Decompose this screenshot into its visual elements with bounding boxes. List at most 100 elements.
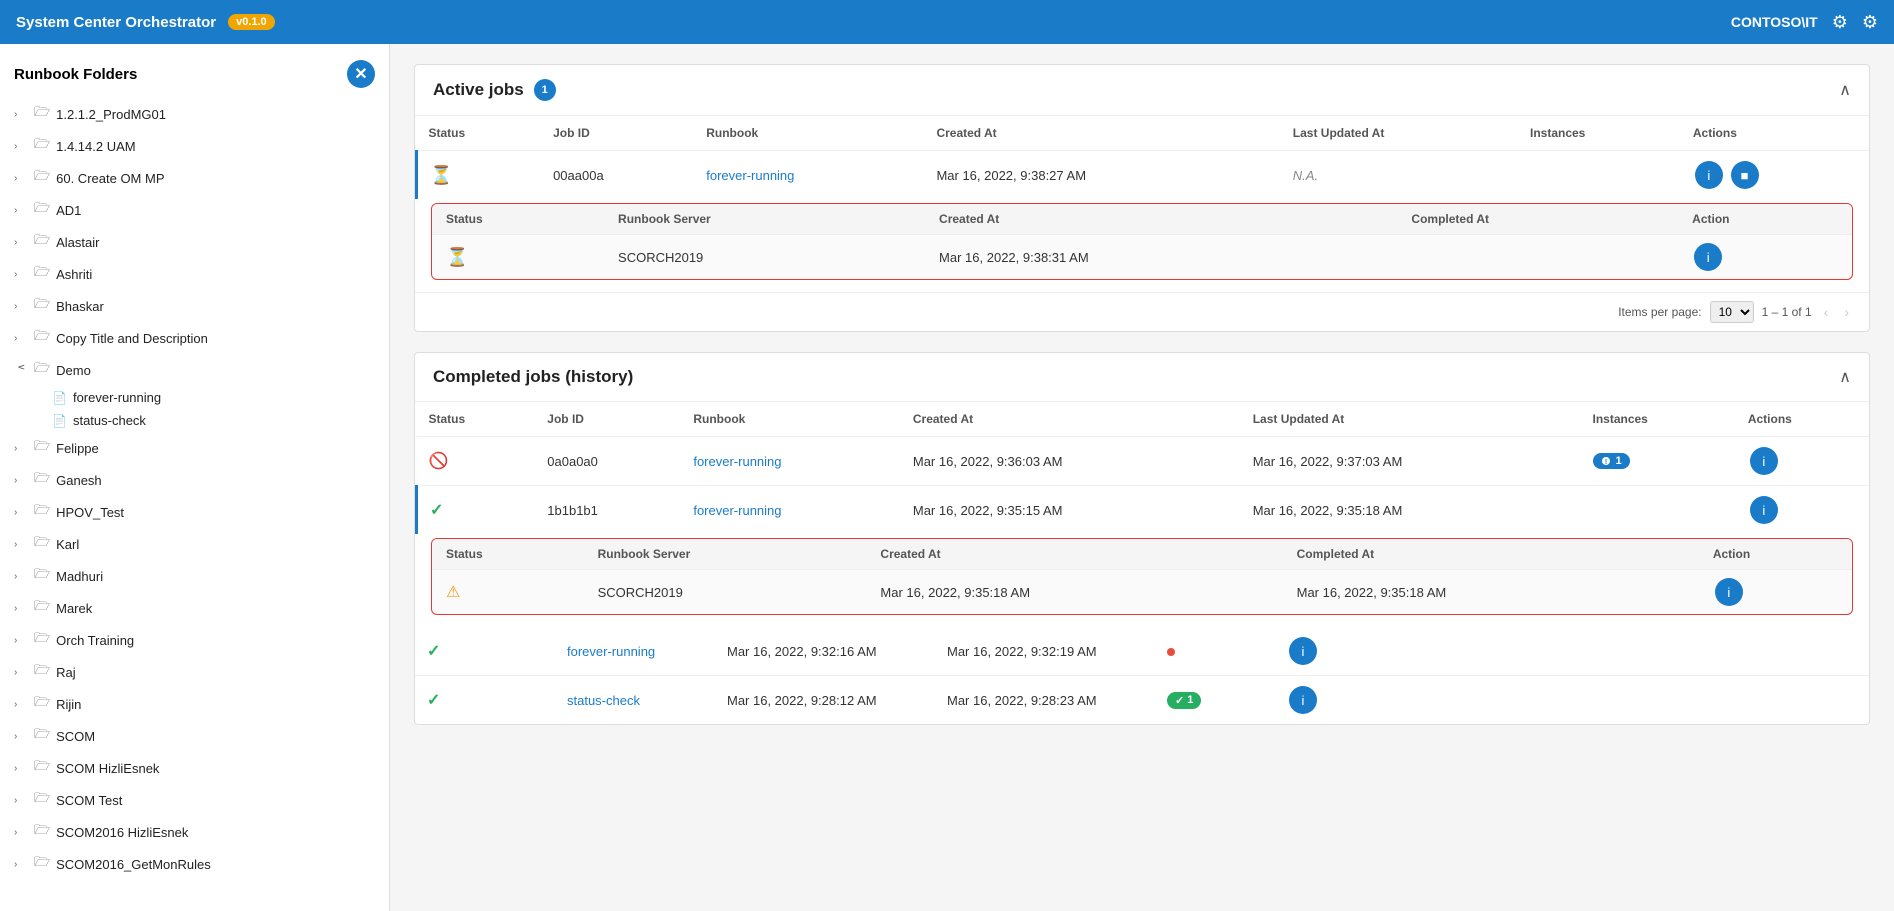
info-button[interactable]: i [1750,496,1778,524]
sidebar-item[interactable]: › 🗁 Karl [0,528,389,560]
subtable-info-button[interactable]: i [1715,578,1743,606]
runbook-link[interactable]: forever-running [706,168,794,183]
sidebar-item[interactable]: › 🗁 Marek [0,592,389,624]
items-per-page-label: Items per page: [1618,305,1701,319]
sidebar-item[interactable]: › 🗁 SCOM2016 HizliEsnek [0,816,389,848]
sidebar-subitem-status-check[interactable]: 📄 status-check [0,409,389,432]
info-button[interactable]: i [1695,161,1723,189]
sub-cell-server: SCORCH2019 [604,235,925,280]
user-settings-icon[interactable]: ⚙ [1862,12,1878,33]
info-button[interactable]: i [1289,637,1317,665]
info-button[interactable]: i [1750,447,1778,475]
col-runbook: Runbook [681,402,901,437]
sidebar-item[interactable]: › 🗁 60. Create OM MP [0,162,389,194]
cell-runbook: forever-running [694,151,924,200]
chevron-right-icon: › [14,141,28,152]
sidebar-item[interactable]: › 🗁 Orch Training [0,624,389,656]
active-jobs-title-row: Active jobs 1 [433,79,556,101]
cell-instances [1518,151,1681,200]
runbook-link[interactable]: status-check [567,693,640,708]
sub-col-completed: Completed At [1283,539,1699,570]
cell-actions: i [1736,437,1869,486]
cell-instances [1155,627,1275,676]
cell-actions: i [1736,486,1869,535]
sidebar-item[interactable]: › 🗁 Ganesh [0,464,389,496]
folder-icon: 🗁 [34,231,50,253]
sidebar-item[interactable]: › 🗁 Bhaskar [0,290,389,322]
sidebar-item[interactable]: › 🗁 Madhuri [0,560,389,592]
runbook-link[interactable]: forever-running [693,503,781,518]
sidebar-item[interactable]: › 🗁 Raj [0,656,389,688]
table-row: ✓ status-check Mar 16, 2022, 9:28:12 AM … [415,676,1869,725]
cell-last-updated: Mar 16, 2022, 9:28:23 AM [935,676,1155,725]
cell-last-updated: Mar 16, 2022, 9:37:03 AM [1241,437,1581,486]
cell-job-id: 00aa00a [541,151,694,200]
info-button[interactable]: i [1289,686,1317,714]
cell-last-updated: Mar 16, 2022, 9:32:19 AM [935,627,1155,676]
sidebar-item[interactable]: › 🗁 HPOV_Test [0,496,389,528]
folder-icon: 🗁 [34,469,50,491]
sidebar-close-button[interactable]: ✕ [347,60,375,88]
cell-job-id: 0a0a0a0 [535,437,681,486]
folder-icon: 🗁 [34,821,50,843]
completed-jobs-subtable: Status Runbook Server Created At Complet… [432,539,1852,614]
stop-button[interactable]: ■ [1731,161,1759,189]
completed-jobs-title: Completed jobs (history) [433,367,633,387]
folder-icon: 🗁 [34,757,50,779]
col-instances: Instances [1581,402,1736,437]
chevron-right-icon: › [14,827,28,838]
active-jobs-section: Active jobs 1 ∧ Status Job ID Runbook Cr… [414,64,1870,332]
col-job-id: Job ID [541,116,694,151]
chevron-right-icon: › [14,859,28,870]
prev-page-button[interactable]: ‹ [1820,302,1833,322]
sidebar-item[interactable]: › 🗁 Ashriti [0,258,389,290]
sidebar-item-copy-title[interactable]: › 🗁 Copy Title and Description [0,322,389,354]
page-range: 1 – 1 of 1 [1762,305,1812,319]
items-per-page-select[interactable]: 10 20 50 [1710,301,1754,323]
sidebar-item[interactable]: › 🗁 SCOM HizliEsnek [0,752,389,784]
file-icon: 📄 [52,414,67,428]
cell-last-updated: N.A. [1281,151,1518,200]
sidebar-item-label: 60. Create OM MP [56,171,379,186]
runbook-link[interactable]: forever-running [567,644,655,659]
sidebar-subitem-forever-running[interactable]: 📄 forever-running [0,386,389,409]
sidebar-item[interactable]: › 🗁 1.4.14.2 UAM [0,130,389,162]
sidebar-item[interactable]: › 🗁 AD1 [0,194,389,226]
chevron-right-icon: › [14,795,28,806]
sidebar-item-demo[interactable]: ∨ 🗁 Demo [0,354,389,386]
runbook-link[interactable]: forever-running [693,454,781,469]
col-status: Status [417,116,542,151]
sidebar-item[interactable]: › 🗁 SCOM Test [0,784,389,816]
active-jobs-collapse-button[interactable]: ∧ [1839,80,1851,100]
warn-icon: ⚠ [446,584,460,601]
sidebar-item-label: 1.4.14.2 UAM [56,139,379,154]
completed-jobs-collapse-button[interactable]: ∧ [1839,367,1851,387]
version-badge: v0.1.0 [228,14,275,30]
settings-icon[interactable]: ⚙ [1832,12,1848,33]
sidebar-item-label: SCOM [56,729,379,744]
sidebar-item[interactable]: › 🗁 SCOM2016_GetMonRules [0,848,389,880]
sidebar-item[interactable]: › 🗁 Alastair [0,226,389,258]
sub-cell-completed: Mar 16, 2022, 9:35:18 AM [1283,570,1699,615]
chevron-right-icon: › [14,443,28,454]
chevron-right-icon: › [14,699,28,710]
cell-actions: i ■ [1681,151,1869,200]
sidebar-item[interactable]: › 🗁 1.2.1.2_ProdMG01 [0,98,389,130]
sidebar-item[interactable]: › 🗁 Rijin [0,688,389,720]
next-page-button[interactable]: › [1840,302,1853,322]
folder-icon: 🗁 [34,853,50,875]
sidebar-item[interactable]: › 🗁 SCOM [0,720,389,752]
sidebar-item-label: Demo [56,363,379,378]
completed-jobs-header: Completed jobs (history) ∧ [415,353,1869,402]
sidebar-item-label: Alastair [56,235,379,250]
sub-col-server: Runbook Server [604,204,925,235]
cell-status: 🚫 [417,437,536,486]
sub-cell-created: Mar 16, 2022, 9:38:31 AM [925,235,1397,280]
sidebar-item-label: AD1 [56,203,379,218]
sidebar-item[interactable]: › 🗁 Felippe [0,432,389,464]
col-created-at: Created At [924,116,1280,151]
chevron-right-icon: › [14,237,28,248]
folder-icon: 🗁 [34,661,50,683]
table-row: 🚫 0a0a0a0 forever-running Mar 16, 2022, … [417,437,1870,486]
subtable-info-button[interactable]: i [1694,243,1722,271]
